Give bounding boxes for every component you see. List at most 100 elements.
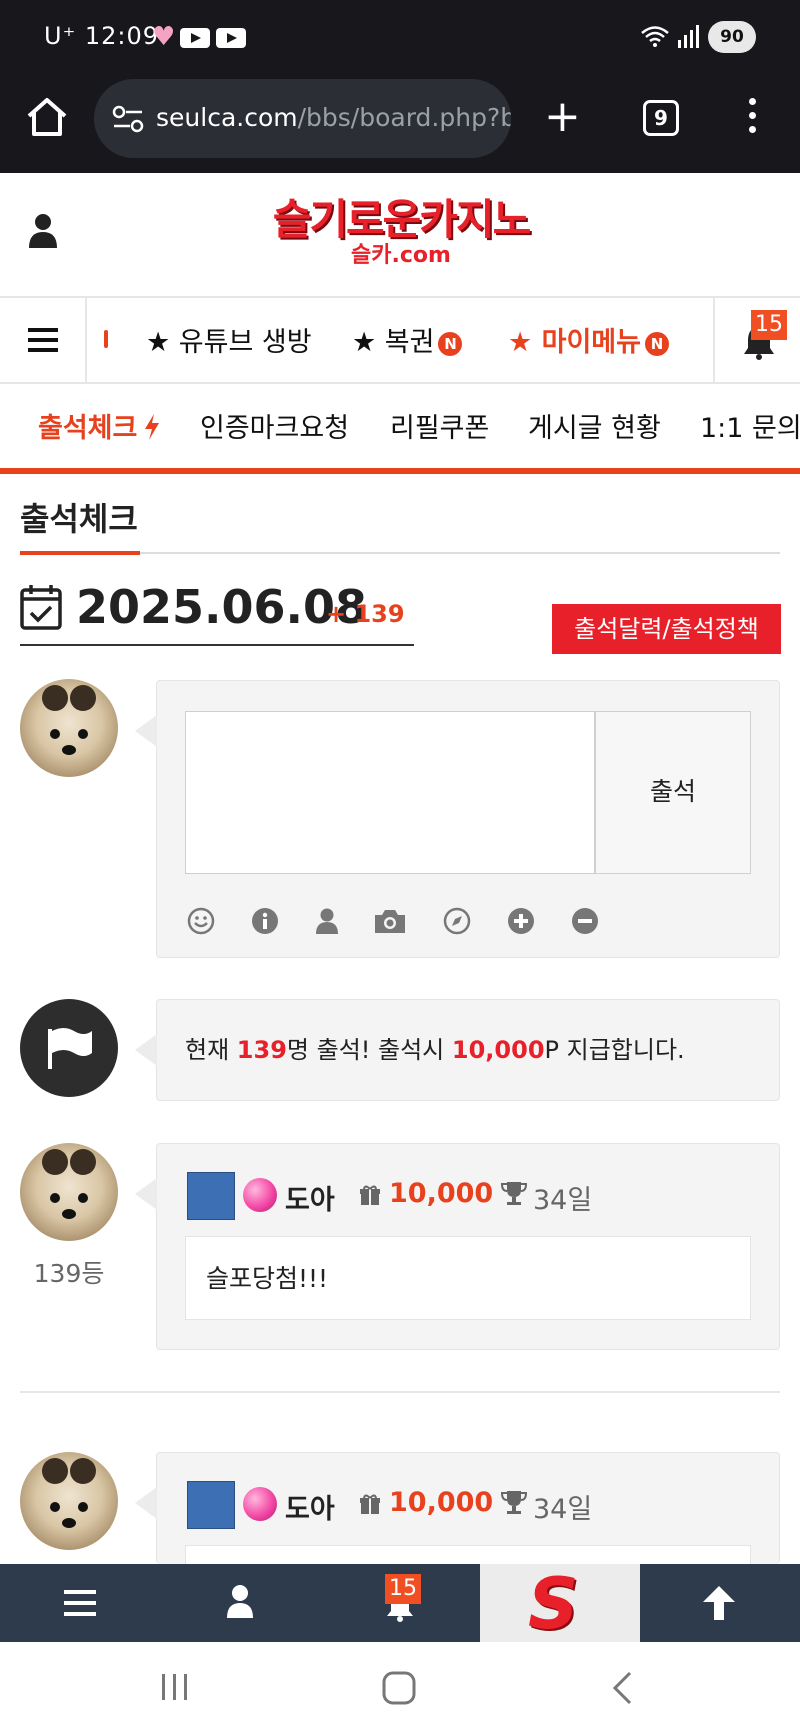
menu-icon[interactable] bbox=[0, 298, 87, 382]
calendar-check-icon bbox=[20, 585, 62, 630]
nav-item-label: ★ 복권 bbox=[352, 327, 435, 358]
menu-icon[interactable] bbox=[62, 1564, 98, 1642]
site-logo[interactable]: 슬기로운카지노 슬카.com bbox=[256, 195, 546, 275]
address-bar-row: seulca.com/bbs/board.php?bo + 9 bbox=[0, 74, 800, 173]
post-message: 슬포당첨!!! bbox=[185, 1236, 751, 1320]
smile-icon[interactable] bbox=[187, 907, 215, 935]
heart-icon: ♥ bbox=[152, 22, 176, 52]
attendance-notice-card: 현재 139명 출석! 출석시 10,000P 지급합니다. bbox=[135, 999, 780, 1101]
status-time: U⁺ 12:09 bbox=[44, 22, 160, 50]
android-nav-bar bbox=[0, 1642, 800, 1734]
url-path: /bbs/board.php?bo bbox=[297, 103, 511, 132]
nav-item-my-menu[interactable]: ★ 마이메뉴 N bbox=[508, 320, 669, 359]
youtube-icon bbox=[216, 28, 246, 48]
logo-main-text: 슬기로운카지노 bbox=[272, 195, 531, 244]
lightning-icon bbox=[145, 414, 160, 440]
subnav-label: 인증마크요청 bbox=[200, 413, 350, 444]
url-bar[interactable]: seulca.com/bbs/board.php?bo bbox=[94, 79, 511, 158]
user-icon[interactable] bbox=[313, 907, 341, 935]
attend-form-card: 출석 bbox=[135, 680, 780, 958]
bottom-bar: 15 S bbox=[0, 1563, 800, 1645]
subnav-inquiry[interactable]: 1:1 문의 bbox=[700, 406, 800, 445]
attend-submit-button[interactable]: 출석 bbox=[595, 711, 751, 874]
attendance-rank: 139등 bbox=[33, 1259, 105, 1288]
subnav-refill-coupon[interactable]: 리필쿠폰 bbox=[390, 406, 489, 445]
tab-switcher-button[interactable]: 9 bbox=[643, 100, 679, 136]
trophy-icon bbox=[501, 1182, 527, 1205]
post-days: 34일 bbox=[533, 1494, 593, 1525]
avatar bbox=[20, 1143, 118, 1241]
subnav-label: 출석체크 bbox=[38, 413, 138, 444]
top-nav: ★ 유튜브 생방 ★ 복권 N ★ 마이메뉴 N 15 bbox=[0, 296, 800, 384]
post-points: 10,000 bbox=[389, 1178, 494, 1209]
url-text[interactable]: seulca.com/bbs/board.php?bo bbox=[156, 103, 511, 132]
subnav-post-status[interactable]: 게시글 현황 bbox=[528, 406, 661, 445]
avatar bbox=[20, 679, 118, 777]
user-icon[interactable] bbox=[28, 213, 58, 249]
recent-apps-icon[interactable] bbox=[158, 1670, 192, 1704]
notification-button[interactable]: 15 bbox=[713, 298, 800, 382]
level-icon bbox=[187, 1172, 235, 1220]
flag-avatar bbox=[20, 999, 118, 1097]
subnav-cert-mark-request[interactable]: 인증마크요청 bbox=[200, 406, 349, 445]
wifi-icon bbox=[641, 26, 669, 47]
new-badge: N bbox=[438, 331, 463, 356]
title-divider-accent bbox=[20, 551, 140, 555]
post-days: 34일 bbox=[533, 1185, 593, 1216]
logo-sub-text: 슬카.com bbox=[351, 243, 451, 268]
nav-item-lottery[interactable]: ★ 복권 N bbox=[352, 320, 463, 359]
attendance-post: 도아 10,000 34일 bbox=[135, 1452, 780, 1590]
site-header: 슬기로운카지노 슬카.com bbox=[0, 173, 800, 296]
subnav-label: 게시글 현황 bbox=[528, 413, 661, 444]
user-icon[interactable] bbox=[224, 1564, 256, 1642]
status-bar: U⁺ 12:09 ♥ 90 bbox=[0, 0, 800, 74]
battery-indicator: 90 bbox=[708, 21, 756, 53]
post-author[interactable]: 도아 bbox=[285, 1178, 335, 1217]
scroll-edge-marker bbox=[104, 330, 108, 348]
gem-icon bbox=[243, 1487, 277, 1521]
home-nav-icon[interactable] bbox=[381, 1670, 417, 1706]
gift-icon bbox=[360, 1494, 380, 1514]
subnav-label: 1:1 문의 bbox=[700, 413, 800, 444]
signal-icon bbox=[678, 25, 699, 48]
nav-item-label: ★ 유튜브 생방 bbox=[146, 327, 312, 358]
post-divider bbox=[20, 1391, 780, 1393]
home-icon[interactable] bbox=[24, 94, 70, 140]
more-menu-icon[interactable] bbox=[746, 98, 758, 138]
flag-icon bbox=[48, 1028, 92, 1069]
subnav-attendance[interactable]: 출석체크 bbox=[38, 406, 161, 445]
compass-icon[interactable] bbox=[443, 907, 471, 935]
attendance-count: + 139 bbox=[326, 600, 405, 628]
logo-letter: S bbox=[528, 1563, 579, 1645]
attendance-post: 도아 10,000 34일 슬포당첨!!! bbox=[135, 1143, 780, 1350]
attendance-date: 2025.06.08 bbox=[76, 580, 368, 634]
notification-count-badge: 15 bbox=[751, 310, 787, 340]
gift-icon bbox=[360, 1185, 380, 1205]
browser-chrome: U⁺ 12:09 ♥ 90 seulca.com/bbs/board.php?b… bbox=[0, 0, 800, 173]
page-title: 출석체크 bbox=[20, 500, 138, 538]
plus-icon[interactable] bbox=[507, 907, 535, 935]
new-badge: N bbox=[644, 331, 669, 356]
trophy-icon bbox=[501, 1491, 527, 1514]
info-icon[interactable] bbox=[251, 907, 279, 935]
attendance-notice: 현재 139명 출석! 출석시 10,000P 지급합니다. bbox=[185, 1036, 685, 1064]
back-icon[interactable] bbox=[610, 1670, 636, 1706]
comment-textarea[interactable] bbox=[185, 711, 595, 874]
post-author[interactable]: 도아 bbox=[285, 1487, 335, 1526]
scroll-top-icon[interactable] bbox=[702, 1564, 736, 1642]
sub-nav: 출석체크 인증마크요청 리필쿠폰 게시글 현황 1:1 문의 bbox=[0, 384, 800, 474]
new-tab-icon[interactable]: + bbox=[544, 92, 581, 142]
nav-item-youtube-live[interactable]: ★ 유튜브 생방 bbox=[146, 320, 312, 359]
site-logo-button[interactable]: S bbox=[480, 1563, 640, 1645]
post-points: 10,000 bbox=[389, 1487, 494, 1518]
level-icon bbox=[187, 1481, 235, 1529]
notification-count-badge: 15 bbox=[385, 1574, 421, 1604]
site-settings-icon[interactable] bbox=[112, 105, 144, 133]
date-row: 2025.06.08 + 139 bbox=[20, 580, 414, 646]
attendance-calendar-button[interactable]: 출석달력/출석정책 bbox=[552, 604, 781, 654]
notification-button[interactable]: 15 bbox=[370, 1564, 430, 1642]
youtube-icon bbox=[180, 28, 210, 48]
minus-icon[interactable] bbox=[571, 907, 599, 935]
camera-icon[interactable] bbox=[373, 907, 407, 935]
url-host: seulca.com bbox=[156, 103, 298, 132]
